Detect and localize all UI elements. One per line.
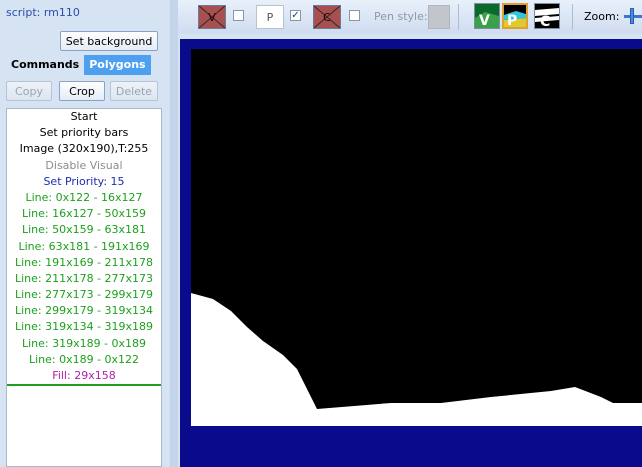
command-list-item[interactable]: Disable Visual <box>7 158 161 174</box>
set-background-button[interactable]: Set background <box>60 31 158 51</box>
priority-color-label: P <box>266 10 274 24</box>
zoom-slider-thumb[interactable] <box>630 8 634 24</box>
command-list-item[interactable]: Line: 63x181 - 191x169 <box>7 239 161 255</box>
command-list-item[interactable]: Fill: 29x158 <box>7 368 161 387</box>
visual-enable-checkbox[interactable] <box>233 10 244 21</box>
zoom-label: Zoom: <box>584 10 620 23</box>
command-list-item[interactable]: Line: 319x189 - 0x189 <box>7 336 161 352</box>
command-list-item[interactable]: Line: 211x178 - 277x173 <box>7 271 161 287</box>
toolbar-separator <box>458 4 459 30</box>
command-list-item[interactable]: Line: 299x179 - 319x134 <box>7 303 161 319</box>
control-screen-letter: C <box>540 14 550 28</box>
command-list-item[interactable]: Line: 0x122 - 16x127 <box>7 190 161 206</box>
control-screen-icon: C <box>535 4 559 28</box>
priority-screen-letter: P <box>507 13 517 27</box>
command-list-item[interactable]: Line: 16x127 - 50x159 <box>7 206 161 222</box>
pen-style-label: Pen style: <box>374 10 428 23</box>
script-name-label: script: rm110 <box>6 6 80 19</box>
copy-button[interactable]: Copy <box>6 81 52 101</box>
pen-style-box[interactable] <box>428 5 450 29</box>
visual-color-box[interactable]: V <box>198 5 226 29</box>
visual-screen-icon: V <box>475 4 499 28</box>
left-panel: script: rm110 Set background Commands Po… <box>0 0 170 467</box>
visual-screen-button[interactable]: V <box>474 3 500 29</box>
priority-screen-icon: P <box>504 5 526 27</box>
command-list-item[interactable]: Set Priority: 15 <box>7 174 161 190</box>
toolbar-separator <box>572 4 573 30</box>
command-list[interactable]: Start Set priority bars Image (320x190),T:… <box>6 108 162 467</box>
control-color-label: C <box>323 10 331 24</box>
control-enable-checkbox[interactable] <box>349 10 360 21</box>
visual-color-label: V <box>208 10 216 24</box>
toolbar: V P ✓ C Pen style: V P C Zoom: <box>178 0 642 35</box>
tab-polygons[interactable]: Polygons <box>84 55 151 75</box>
command-list-item[interactable]: Start <box>7 109 161 125</box>
command-list-item[interactable]: Line: 0x189 - 0x122 <box>7 352 161 368</box>
command-list-item[interactable]: Line: 50x159 - 63x181 <box>7 222 161 238</box>
command-list-item[interactable]: Line: 277x173 - 299x179 <box>7 287 161 303</box>
command-list-item[interactable]: Line: 319x134 - 319x189 <box>7 319 161 335</box>
picture-canvas[interactable] <box>191 49 642 426</box>
priority-color-box[interactable]: P <box>256 5 284 29</box>
priority-enable-checkbox[interactable]: ✓ <box>290 10 301 21</box>
visual-screen-letter: V <box>479 13 490 28</box>
delete-button[interactable]: Delete <box>110 81 158 101</box>
control-screen-button[interactable]: C <box>534 3 560 29</box>
tab-commands[interactable]: Commands <box>6 55 85 75</box>
command-list-item[interactable]: Line: 191x169 - 211x178 <box>7 255 161 271</box>
command-list-item[interactable]: Set priority bars <box>7 125 161 141</box>
priority-screen-button[interactable]: P <box>502 3 528 29</box>
panel-splitter[interactable] <box>170 0 178 467</box>
crop-button[interactable]: Crop <box>59 81 105 101</box>
control-color-box[interactable]: C <box>313 5 341 29</box>
tab-strip: Commands Polygons <box>6 55 151 75</box>
command-list-item[interactable]: Image (320x190),T:255 <box>7 141 161 157</box>
